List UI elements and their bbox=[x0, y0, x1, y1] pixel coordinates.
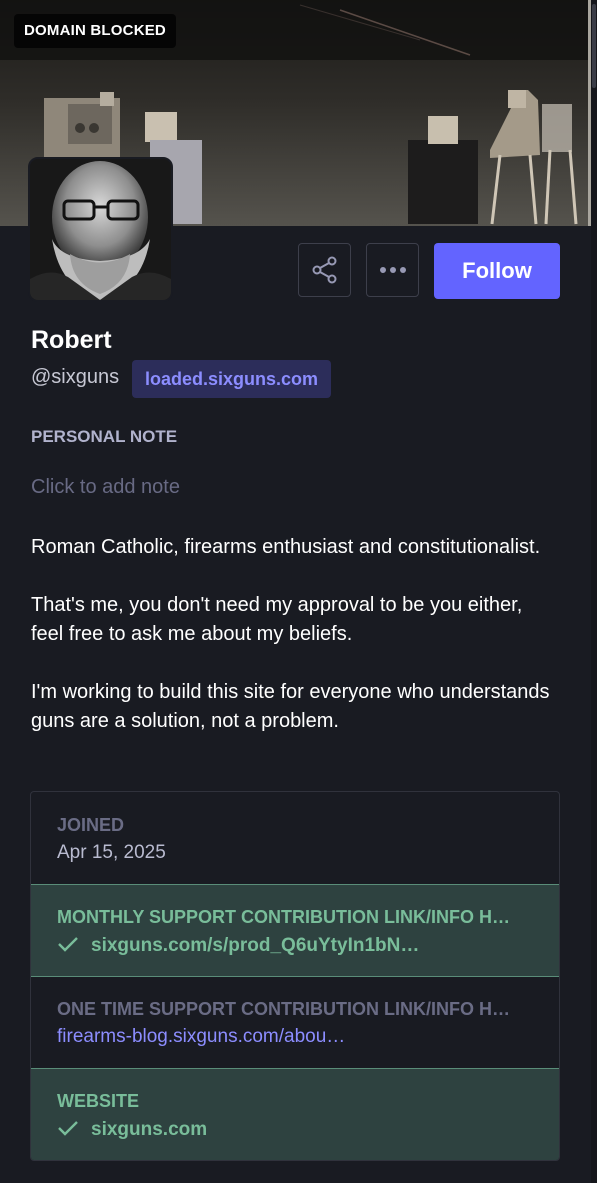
avatar-portrait bbox=[30, 159, 171, 300]
follow-button[interactable]: Follow bbox=[434, 243, 560, 299]
bio: Roman Catholic, firearms enthusiast and … bbox=[31, 533, 551, 765]
field-label: JOINED bbox=[57, 815, 125, 835]
field-label: MONTHLY SUPPORT CONTRIBUTION LINK/INFO H… bbox=[57, 907, 511, 927]
personal-note-input[interactable]: Click to add note bbox=[31, 476, 180, 499]
field-onetime-support: ONE TIME SUPPORT CONTRIBUTION LINK/INFO … bbox=[31, 977, 559, 1068]
share-button[interactable] bbox=[298, 243, 351, 297]
field-joined: JOINED Apr 15, 2025 bbox=[31, 792, 559, 884]
field-label: WEBSITE bbox=[57, 1091, 140, 1111]
field-website: WEBSITE sixguns.com bbox=[31, 1068, 559, 1160]
verified-check-icon bbox=[58, 937, 78, 952]
profile-page: DOMAIN BLOCKED Follow Robert @sixguns lo… bbox=[0, 0, 597, 1183]
username: @sixguns bbox=[31, 366, 120, 388]
more-horizontal-icon bbox=[379, 267, 406, 273]
field-link-text[interactable]: sixguns.com bbox=[91, 1119, 207, 1140]
scrollbar[interactable] bbox=[591, 0, 597, 1183]
field-link-text[interactable]: sixguns.com/s/prod_Q6uYtyIn1bN… bbox=[91, 935, 419, 956]
bio-paragraph: Roman Catholic, firearms enthusiast and … bbox=[31, 536, 541, 558]
field-label: ONE TIME SUPPORT CONTRIBUTION LINK/INFO … bbox=[57, 999, 510, 1019]
field-value-link[interactable]: sixguns.com/s/prod_Q6uYtyIn1bN… bbox=[57, 935, 419, 957]
personal-note-label: PERSONAL NOTE bbox=[31, 427, 178, 446]
more-options-button[interactable] bbox=[366, 243, 419, 297]
verified-check-icon bbox=[58, 1121, 78, 1136]
bio-paragraph: That's me, you don't need my approval to… bbox=[31, 594, 523, 645]
domain-pill[interactable]: loaded.sixguns.com bbox=[132, 360, 332, 398]
share-icon bbox=[312, 256, 336, 284]
field-value-link[interactable]: sixguns.com bbox=[57, 1119, 207, 1141]
domain-blocked-badge: DOMAIN BLOCKED bbox=[14, 14, 176, 48]
scrollbar-thumb[interactable] bbox=[592, 4, 596, 88]
field-monthly-support: MONTHLY SUPPORT CONTRIBUTION LINK/INFO H… bbox=[31, 884, 559, 977]
field-value: Apr 15, 2025 bbox=[57, 842, 166, 863]
field-link-text[interactable]: firearms-blog.sixguns.com/abou… bbox=[57, 1026, 345, 1048]
display-name: Robert bbox=[31, 326, 112, 354]
profile-fields: JOINED Apr 15, 2025 MONTHLY SUPPORT CONT… bbox=[30, 791, 560, 1161]
avatar[interactable] bbox=[28, 157, 173, 302]
bio-paragraph: I'm working to build this site for every… bbox=[31, 681, 550, 732]
